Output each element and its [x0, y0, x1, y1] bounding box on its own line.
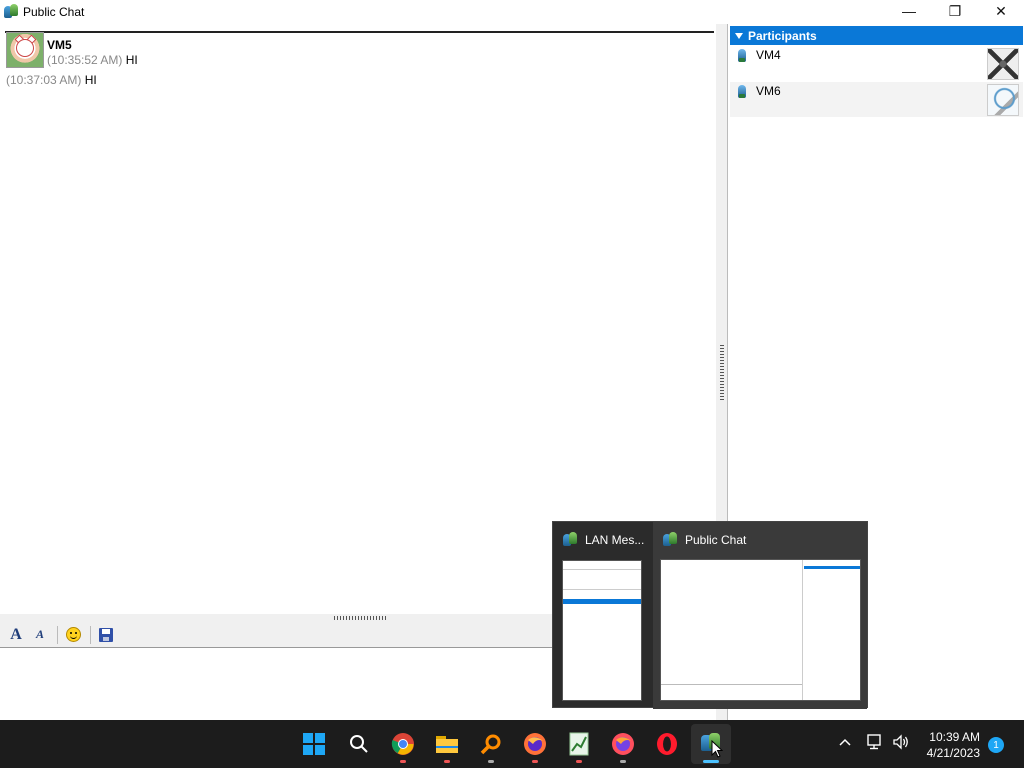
toolbar-separator — [90, 625, 91, 644]
firefox-icon — [612, 733, 634, 755]
message-timestamp: (10:37:03 AM) — [6, 73, 82, 87]
volume-icon[interactable] — [892, 734, 910, 753]
chat-message: (10:35:52 AM) HI — [47, 53, 138, 67]
user-status-icon — [738, 49, 746, 62]
taskbar-chart-app[interactable] — [559, 724, 599, 764]
clock-date: 4/21/2023 — [926, 746, 980, 760]
splitter-grip-icon[interactable] — [720, 345, 724, 400]
thumbnail-image — [562, 560, 642, 701]
emoticon-button[interactable] — [62, 624, 84, 646]
taskbar-firefox-2[interactable] — [603, 724, 643, 764]
save-button[interactable] — [95, 624, 117, 646]
font-icon: A — [10, 625, 22, 643]
show-hidden-icons-chevron-icon[interactable] — [838, 734, 852, 750]
thumbnail-title: Public Chat — [685, 533, 747, 547]
lan-messenger-app-icon — [663, 532, 677, 548]
chart-document-icon — [569, 732, 589, 756]
minimize-button[interactable]: — — [886, 0, 932, 22]
message-text: HI — [125, 53, 138, 67]
taskbar-search-tool[interactable] — [471, 724, 511, 764]
participant-avatar — [987, 48, 1019, 80]
collapse-triangle-icon — [735, 32, 743, 39]
magnifier-icon — [480, 734, 501, 755]
thumbnail-image — [660, 559, 861, 701]
participants-group-header[interactable]: Participants — [730, 26, 1023, 45]
sender-avatar — [6, 32, 44, 68]
mouse-cursor-icon — [711, 740, 723, 758]
splitter-grip-icon[interactable] — [334, 616, 387, 620]
taskbar-file-explorer[interactable] — [427, 724, 467, 764]
participant-name: VM4 — [756, 48, 781, 62]
chrome-icon — [391, 733, 414, 755]
window-controls: — ❐ ✕ — [886, 0, 1024, 24]
font-color-button[interactable]: A — [29, 624, 51, 646]
clock-time: 10:39 AM — [929, 730, 980, 744]
system-clock[interactable]: 10:39 AM 4/21/2023 — [927, 729, 980, 761]
font-button[interactable]: A — [5, 624, 27, 646]
taskbar-firefox[interactable] — [515, 724, 555, 764]
transcript-top-border — [5, 31, 714, 33]
taskbar-thumbnail-preview: LAN Mes... Public Chat — [552, 521, 868, 709]
message-timestamp: (10:35:52 AM) — [47, 53, 123, 67]
folder-icon — [436, 736, 458, 753]
thumbnail-public-chat[interactable]: Public Chat — [653, 522, 867, 709]
participants-header-label: Participants — [748, 28, 817, 43]
participant-name: VM6 — [756, 84, 781, 98]
restore-button[interactable]: ❐ — [932, 0, 978, 22]
chat-message: (10:37:03 AM) HI — [6, 73, 97, 87]
user-status-icon — [738, 85, 746, 98]
taskbar-opera[interactable] — [647, 724, 687, 764]
opera-icon — [657, 733, 677, 755]
notification-badge[interactable]: 1 — [988, 737, 1004, 753]
search-button[interactable] — [339, 724, 379, 764]
network-icon[interactable] — [866, 734, 884, 753]
lan-messenger-app-icon — [563, 532, 577, 548]
participant-avatar — [987, 84, 1019, 116]
participant-item[interactable]: VM6 — [730, 82, 1023, 117]
font-color-icon: A — [35, 627, 44, 641]
close-button[interactable]: ✕ — [978, 0, 1024, 22]
toolbar-separator — [57, 625, 58, 644]
message-sender-name: VM5 — [47, 38, 72, 52]
participant-item[interactable]: VM4 — [730, 46, 1023, 81]
start-button[interactable] — [294, 724, 334, 764]
thumbnail-title: LAN Mes... — [585, 533, 645, 547]
search-icon — [350, 735, 368, 753]
floppy-disk-icon — [99, 627, 113, 642]
firefox-icon — [524, 733, 546, 755]
windows-logo-icon — [303, 733, 325, 755]
taskbar-chrome[interactable] — [383, 724, 423, 764]
thumbnail-lan-messenger[interactable]: LAN Mes... — [553, 522, 653, 709]
taskbar: 10:39 AM 4/21/2023 — [0, 720, 1024, 768]
smiley-icon — [65, 627, 81, 642]
message-text: HI — [84, 73, 97, 87]
